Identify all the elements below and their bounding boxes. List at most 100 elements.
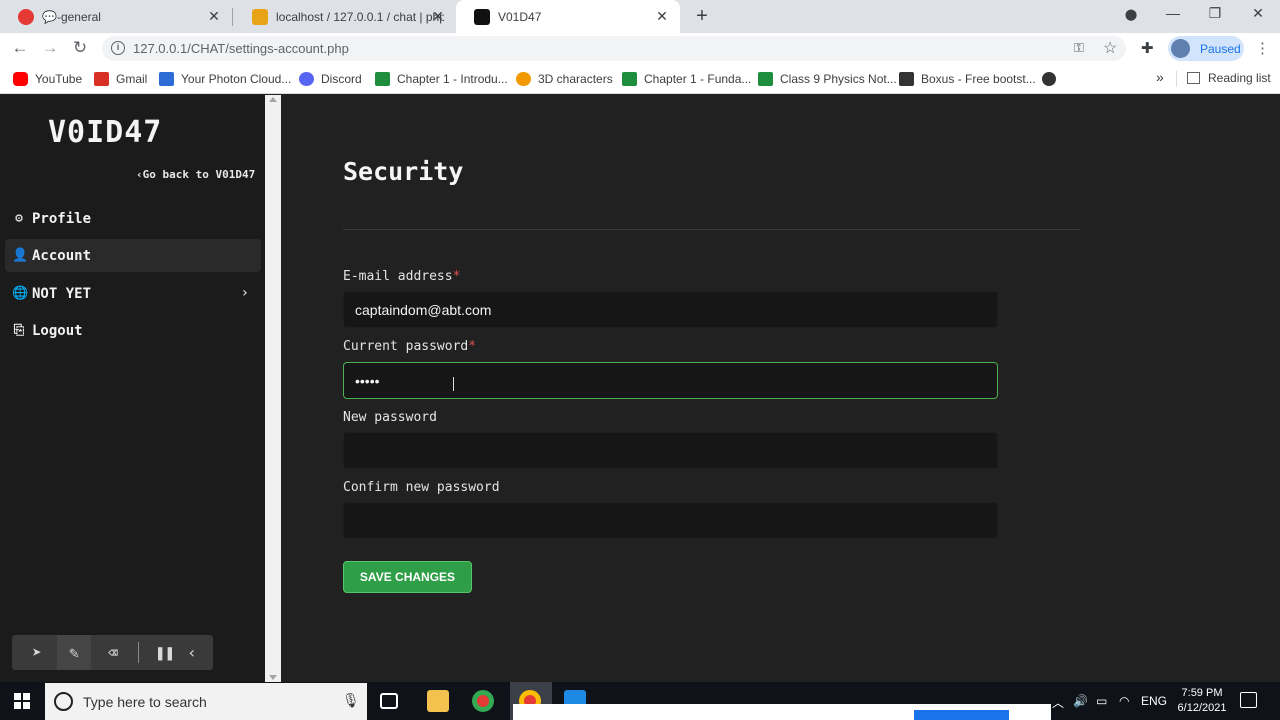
sheets-icon (375, 72, 390, 86)
popup-button[interactable] (914, 710, 1009, 720)
taskbar-search-box[interactable]: Type here to search 🎙 (45, 683, 367, 720)
bookmark-star-icon[interactable]: ☆ (1103, 38, 1117, 58)
close-window-icon[interactable]: ✕ (1248, 5, 1268, 22)
task-view-icon[interactable] (380, 693, 398, 709)
save-changes-button[interactable]: SAVE CHANGES (343, 561, 472, 593)
sidebar-item-label: Logout (32, 322, 83, 339)
microphone-icon[interactable]: 🎙 (342, 692, 360, 709)
more-bookmarks-icon[interactable]: » (1156, 69, 1164, 85)
sidebar-scrollbar[interactable] (265, 95, 281, 682)
extensions-puzzle-icon[interactable]: ✚ (1141, 39, 1154, 57)
confirm-password-label: Confirm new password (343, 480, 500, 495)
bookmark-youtube[interactable]: YouTube (13, 71, 82, 87)
password-key-icon[interactable]: ⚿ (1074, 40, 1084, 56)
address-bar[interactable]: i 127.0.0.1/CHAT/settings-account.php ⚿ … (102, 36, 1126, 61)
divider (343, 229, 1080, 230)
discord-icon (299, 72, 314, 86)
pointer-icon[interactable]: ➤ (20, 635, 54, 670)
tab-search-icon[interactable]: ⬤ (1121, 8, 1141, 21)
reading-list-button[interactable]: Reading list (1187, 71, 1271, 85)
language-indicator[interactable]: ENG (1141, 694, 1167, 708)
pen-icon[interactable]: ✎ (57, 635, 91, 670)
sidebar-item-account[interactable]: 👤 Account (5, 239, 261, 272)
eraser-icon[interactable]: ⌫ (96, 635, 130, 670)
gear-icon: ⚙ (15, 211, 23, 226)
browser-menu-icon[interactable]: ⋮ (1255, 39, 1270, 57)
go-back-link[interactable]: ‹Go back to V01D47 (136, 168, 255, 181)
confirm-password-field[interactable] (343, 502, 998, 539)
clock-time: 7:59 PM (1181, 687, 1223, 699)
current-password-field[interactable] (343, 362, 998, 399)
volume-icon[interactable]: 🔊 (1073, 694, 1088, 708)
bookmark-label: Your Photon Cloud... (181, 72, 292, 86)
taskbar-search-placeholder: Type here to search (83, 694, 207, 710)
annotation-toolbar: ➤ ✎ ⌫ ❚❚ ‹ (12, 635, 213, 670)
bookmark-label: Boxus - Free bootst... (921, 72, 1036, 86)
scroll-down-arrow-icon[interactable] (269, 675, 277, 680)
bookmark-label: Chapter 1 - Introdu... (397, 72, 508, 86)
minimize-icon[interactable]: — (1163, 5, 1183, 21)
close-tab-icon[interactable]: ✕ (654, 8, 670, 24)
bookmark-chapter1-intro[interactable]: Chapter 1 - Introdu... (375, 71, 508, 87)
bookmark-photon[interactable]: Your Photon Cloud... (159, 71, 291, 87)
tray-chevron-up-icon[interactable]: ︿ (1052, 694, 1064, 711)
youtube-icon (13, 72, 28, 86)
bookmark-3d-characters[interactable]: 3D characters (516, 71, 613, 87)
new-tab-plus-icon[interactable]: + (691, 5, 713, 28)
taskbar-clock[interactable]: 7:59 PM 6/12/2021 (1172, 686, 1232, 716)
site-info-icon[interactable]: i (111, 41, 125, 55)
bookmarks-bar: YouTube Gmail Your Photon Cloud... Disco… (0, 63, 1280, 94)
email-label-text: E-mail address (343, 269, 453, 284)
file-explorer-icon[interactable] (427, 690, 449, 712)
globe-icon: 🌐 (12, 286, 29, 301)
bookmark-label: Discord (321, 72, 362, 86)
close-tab-icon[interactable]: ✕ (430, 8, 446, 24)
site-logo[interactable]: V0ID47 (48, 115, 162, 150)
chrome-icon[interactable] (472, 690, 494, 712)
bookmark-label: 3D characters (538, 72, 613, 86)
wifi-icon[interactable]: ◠ (1119, 694, 1129, 708)
sidebar-item-not-yet[interactable]: 🌐 NOT YET › (5, 277, 261, 310)
battery-icon[interactable]: ▭ (1096, 694, 1107, 708)
new-password-field[interactable] (343, 432, 998, 469)
pause-icon[interactable]: ❚❚ (148, 635, 182, 670)
browser-tab-v01d47[interactable]: V01D47 ✕ (456, 0, 680, 33)
close-tab-icon[interactable]: ✕ (206, 8, 222, 24)
browser-tab-general[interactable]: 💬-general ✕ (0, 0, 232, 33)
bookmark-globe[interactable] (1042, 71, 1063, 87)
reload-icon[interactable]: ↻ (70, 39, 90, 57)
collapse-chevron-icon[interactable]: ‹ (182, 635, 202, 670)
go-back-label: Go back to V01D47 (142, 168, 256, 181)
tab-title: V01D47 (498, 9, 542, 24)
chevron-right-icon: › (240, 285, 249, 301)
reading-list-label: Reading list (1208, 71, 1271, 85)
back-arrow-icon[interactable]: ← (10, 39, 30, 57)
sheets-icon (758, 72, 773, 86)
chevron-left-icon: ‹ (136, 168, 143, 181)
tab-separator (232, 8, 233, 26)
current-password-label: Current password* (343, 339, 476, 354)
sidebar-item-profile[interactable]: ⚙ Profile (5, 202, 261, 235)
forward-arrow-icon[interactable]: → (40, 39, 60, 57)
bookmark-discord[interactable]: Discord (299, 71, 362, 87)
current-password-label-text: Current password (343, 339, 469, 354)
page-content: V0ID47 ‹Go back to V01D47 ⚙ Profile 👤 Ac… (0, 95, 1280, 682)
bookmark-class9-physics[interactable]: Class 9 Physics Not... (758, 71, 897, 87)
url-text[interactable]: 127.0.0.1/CHAT/settings-account.php (133, 41, 349, 56)
scroll-up-arrow-icon[interactable] (269, 97, 277, 102)
bookmark-label: YouTube (35, 72, 83, 86)
tab-favicon-icon (252, 8, 268, 25)
profile-button[interactable]: Paused (1168, 36, 1244, 61)
bookmark-boxus[interactable]: Boxus - Free bootst... (899, 71, 1036, 87)
maximize-icon[interactable]: ❐ (1205, 5, 1225, 22)
bookmark-label: Class 9 Physics Not... (780, 72, 897, 86)
bookmark-gmail[interactable]: Gmail (94, 71, 147, 87)
gmail-icon (94, 72, 109, 86)
bookmark-chapter1-funda[interactable]: Chapter 1 - Funda... (622, 71, 751, 87)
notification-center-icon[interactable] (1240, 692, 1257, 708)
email-label: E-mail address* (343, 269, 460, 284)
sidebar-item-logout[interactable]: ⎘ Logout (5, 314, 261, 347)
browser-tab-phpmyadmin[interactable]: localhost / 127.0.0.1 / chat | phpM ✕ (234, 0, 456, 33)
email-field[interactable] (343, 291, 998, 328)
windows-start-icon[interactable] (14, 693, 30, 709)
